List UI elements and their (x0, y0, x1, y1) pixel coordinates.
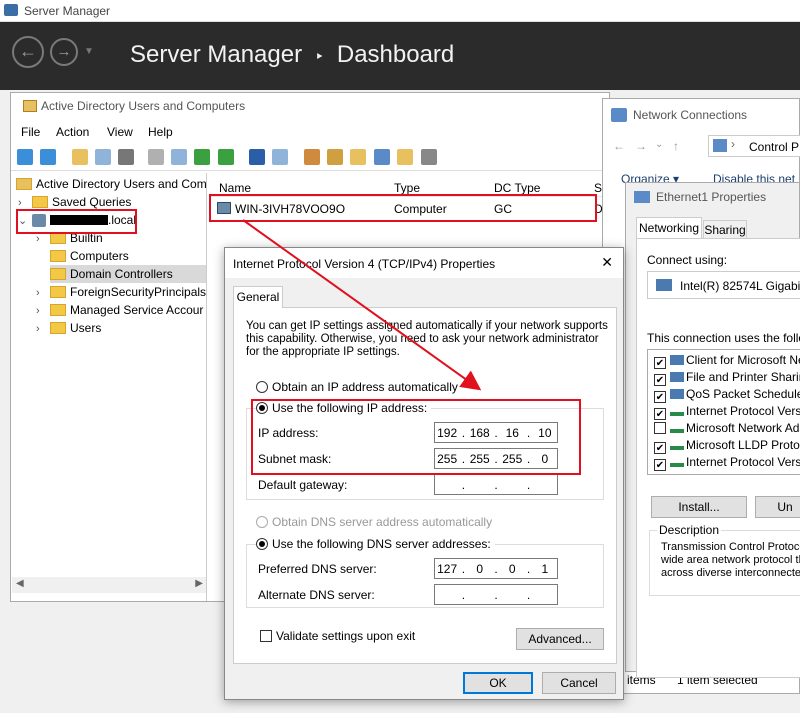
annotation-arrows (242, 219, 482, 391)
tab-general[interactable]: General (233, 286, 283, 308)
description-label: Description (657, 523, 722, 537)
